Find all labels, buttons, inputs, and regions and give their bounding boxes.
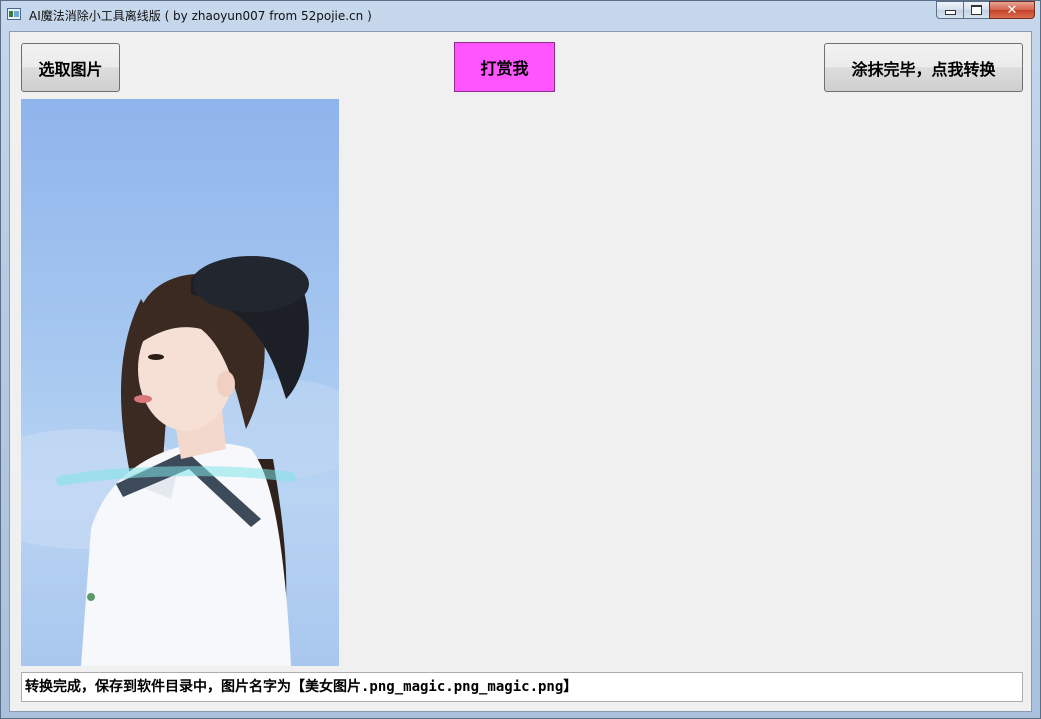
convert-button[interactable]: 涂抹完毕，点我转换 [824,43,1023,92]
maximize-icon [971,5,982,15]
caption-buttons: ✕ [936,1,1035,21]
maximize-button[interactable] [963,1,989,19]
select-image-button[interactable]: 选取图片 [21,43,120,92]
status-message-field[interactable]: 转换完成，保存到软件目录中，图片名字为【美女图片.png_magic.png_m… [21,672,1023,702]
app-window: AI魔法消除小工具离线版 ( by zhaoyun007 from 52poji… [0,0,1041,719]
app-icon [7,8,21,20]
client-area: 选取图片 打赏我 涂抹完毕，点我转换 转换完成，保存到软件目录中，图片名字为【美… [9,31,1032,712]
minimize-icon [944,10,956,15]
window-title: AI魔法消除小工具离线版 ( by zhaoyun007 from 52poji… [29,9,372,23]
close-icon: ✕ [1006,2,1018,18]
minimize-button[interactable] [936,1,963,19]
image-canvas[interactable] [21,99,339,666]
reward-button[interactable]: 打赏我 [454,42,555,92]
title-bar[interactable]: AI魔法消除小工具离线版 ( by zhaoyun007 from 52poji… [1,1,1040,31]
close-button[interactable]: ✕ [989,1,1035,19]
photo-girl-icon [21,256,339,666]
